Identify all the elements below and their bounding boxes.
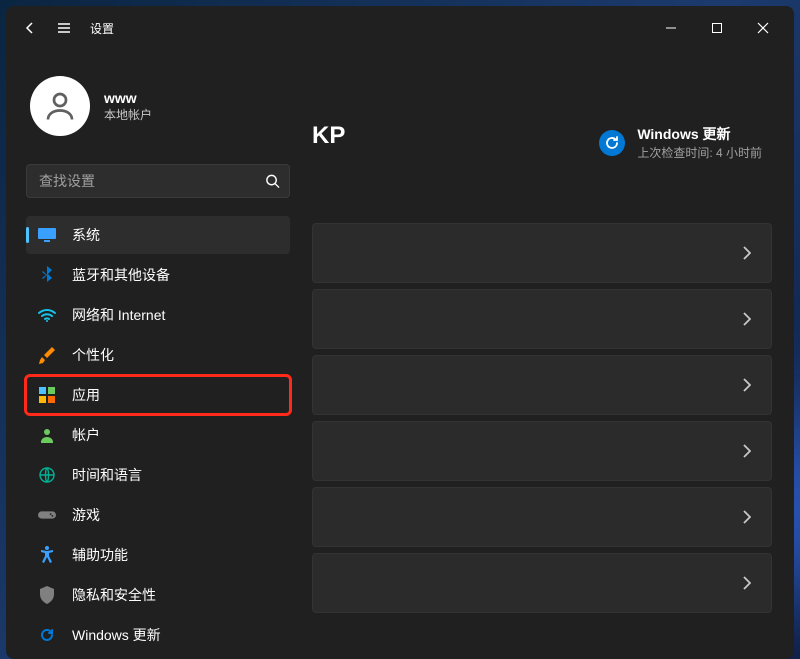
sidebar-item-label: 系统 — [72, 225, 100, 245]
profile-subtitle: 本地帐户 — [104, 106, 152, 123]
sidebar-nav: 系统蓝牙和其他设备网络和 Internet 个性化应用帐户时间和语言游戏辅助功能隐… — [26, 216, 290, 654]
chevron-right-icon — [743, 576, 751, 590]
sidebar-item-label: 蓝牙和其他设备 — [72, 265, 170, 285]
sidebar-item-label: 游戏 — [72, 505, 100, 525]
titlebar: 设置 — [6, 6, 794, 50]
sidebar-item-label: 帐户 — [72, 425, 100, 445]
sidebar-item-system[interactable]: 系统 — [26, 216, 290, 254]
sidebar-item-label: 网络和 Internet — [72, 305, 165, 325]
sidebar-item-time[interactable]: 时间和语言 — [26, 456, 290, 494]
chevron-right-icon — [743, 378, 751, 392]
person-icon — [38, 426, 56, 444]
chevron-right-icon — [743, 444, 751, 458]
settings-card[interactable] — [312, 289, 772, 349]
close-button[interactable] — [740, 12, 786, 44]
search — [26, 164, 290, 198]
sidebar-item-network[interactable]: 网络和 Internet — [26, 296, 290, 334]
sidebar-item-update[interactable]: Windows 更新 — [26, 616, 290, 654]
settings-card[interactable] — [312, 553, 772, 613]
sidebar-item-apps[interactable]: 应用 — [26, 376, 290, 414]
profile-name: www — [104, 90, 152, 106]
wifi-icon — [38, 306, 56, 324]
back-icon[interactable] — [22, 20, 38, 36]
settings-card[interactable] — [312, 355, 772, 415]
chevron-right-icon — [743, 510, 751, 524]
sidebar-item-label: Windows 更新 — [72, 625, 161, 645]
sidebar-item-accounts[interactable]: 帐户 — [26, 416, 290, 454]
hamburger-icon[interactable] — [56, 20, 72, 36]
sidebar-item-label: 时间和语言 — [72, 465, 142, 485]
sidebar-item-label: 应用 — [72, 385, 100, 405]
settings-card[interactable] — [312, 223, 772, 283]
bluetooth-icon — [38, 266, 56, 284]
globe-icon — [38, 466, 56, 484]
refresh-icon — [599, 130, 625, 156]
minimize-button[interactable] — [648, 12, 694, 44]
page-title: KP — [312, 122, 345, 150]
apps-icon — [38, 386, 56, 404]
maximize-button[interactable] — [694, 12, 740, 44]
sidebar-item-label: 隐私和安全性 — [72, 585, 156, 605]
chevron-right-icon — [743, 246, 751, 260]
app-title: 设置 — [90, 20, 114, 37]
gamepad-icon — [38, 506, 56, 524]
settings-card[interactable] — [312, 421, 772, 481]
refresh-icon — [38, 626, 56, 644]
windows-update-card[interactable]: Windows 更新 上次检查时间: 4 小时前 — [599, 122, 772, 163]
chevron-right-icon — [743, 312, 751, 326]
monitor-icon — [38, 226, 56, 244]
sidebar-item-accessibility[interactable]: 辅助功能 — [26, 536, 290, 574]
search-icon[interactable] — [265, 174, 280, 189]
settings-window: 设置 www 本地帐户 — [6, 6, 794, 659]
sidebar-item-bluetooth[interactable]: 蓝牙和其他设备 — [26, 256, 290, 294]
update-subtitle: 上次检查时间: 4 小时前 — [637, 144, 762, 161]
sidebar-item-personal[interactable]: 个性化 — [26, 336, 290, 374]
sidebar-item-privacy[interactable]: 隐私和安全性 — [26, 576, 290, 614]
sidebar: www 本地帐户 系统蓝牙和其他设备网络和 Internet 个性化应用帐户时间和… — [6, 50, 306, 659]
avatar — [30, 76, 90, 136]
brush-icon — [38, 346, 56, 364]
search-input[interactable] — [26, 164, 290, 198]
sidebar-item-gaming[interactable]: 游戏 — [26, 496, 290, 534]
shield-icon — [38, 586, 56, 604]
accessibility-icon — [38, 546, 56, 564]
update-title: Windows 更新 — [637, 124, 762, 144]
profile[interactable]: www 本地帐户 — [26, 62, 290, 160]
sidebar-item-label: 个性化 — [72, 345, 114, 365]
cards-list — [306, 223, 772, 613]
settings-card[interactable] — [312, 487, 772, 547]
main: KP Windows 更新 上次检查时间: 4 小时前 — [306, 50, 794, 659]
sidebar-item-label: 辅助功能 — [72, 545, 128, 565]
